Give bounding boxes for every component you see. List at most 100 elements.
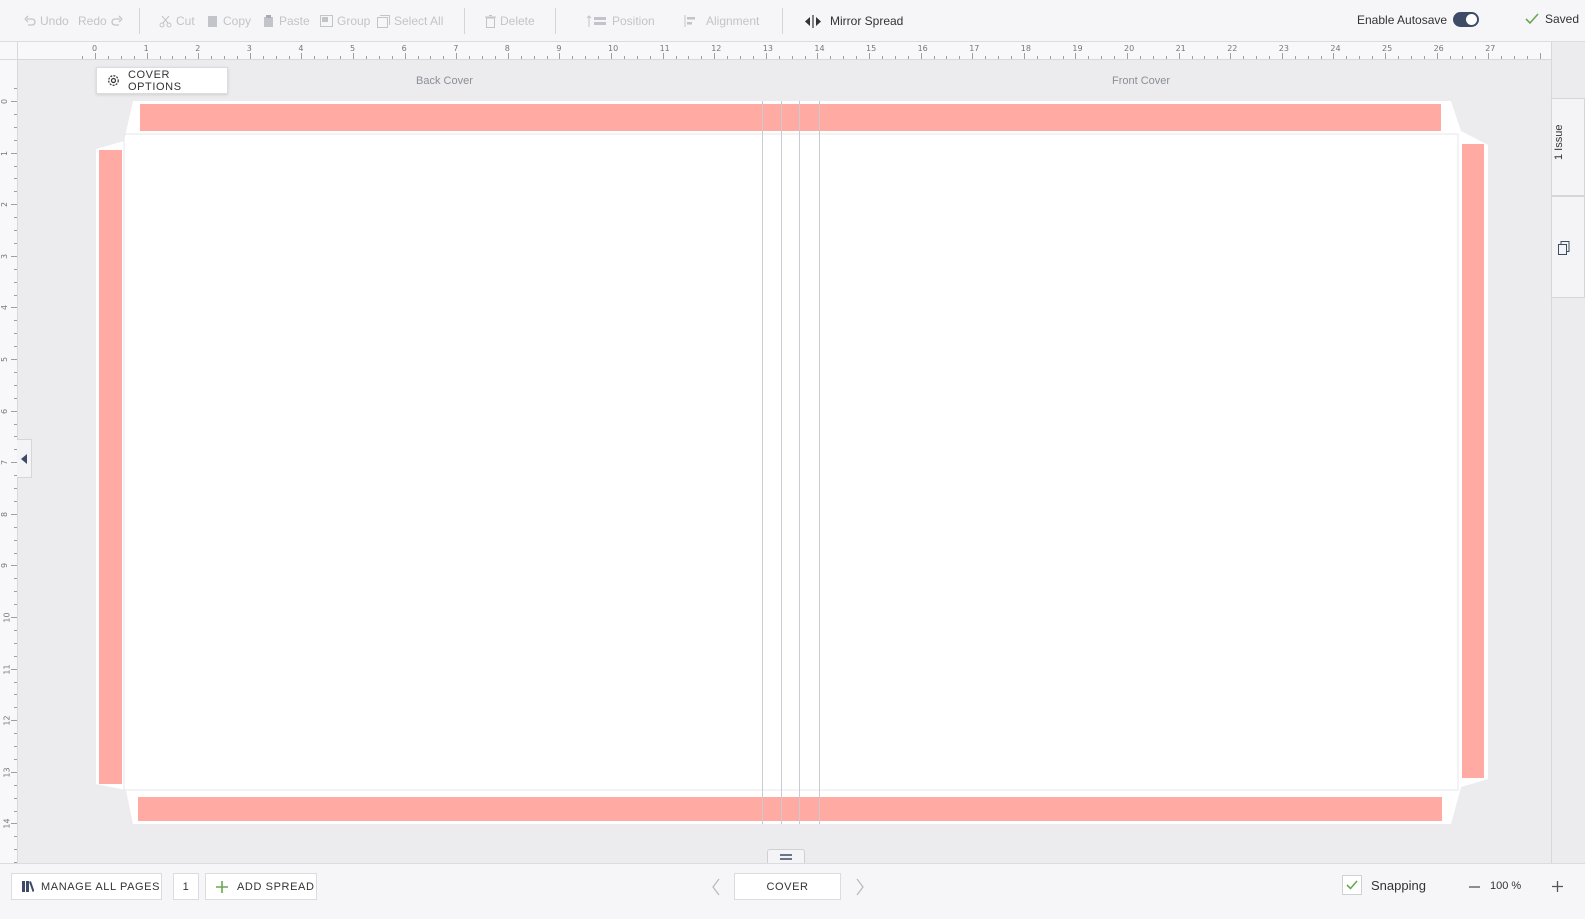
front-cover-label: Front Cover	[1112, 75, 1171, 87]
zoom-in-button[interactable]	[1547, 873, 1567, 900]
delete-label: Delete	[500, 14, 535, 28]
issues-tab-label: 1 Issue	[1553, 124, 1565, 160]
gear-icon	[108, 75, 119, 86]
spine-guide	[819, 101, 820, 824]
ruler-tick	[1307, 56, 1309, 59]
ruler-tick	[572, 56, 574, 59]
page-number-value: 1	[182, 880, 190, 893]
autosave-label: Enable Autosave	[1357, 12, 1448, 27]
ruler-tick	[598, 56, 600, 59]
ruler-tick	[791, 56, 793, 59]
ruler-tick	[133, 56, 135, 59]
toolbar-divider	[782, 8, 783, 34]
ruler-tick	[920, 53, 922, 59]
zoom-out-button[interactable]	[1464, 873, 1484, 900]
manage-all-pages-button[interactable]: MANAGE ALL PAGES	[11, 873, 162, 900]
ruler-tick	[365, 56, 367, 59]
page-number-field[interactable]: 1	[173, 873, 199, 900]
ruler-tick	[11, 359, 17, 360]
ruler-tick	[14, 797, 17, 799]
ruler-tick	[11, 565, 17, 567]
ruler-tick	[14, 655, 17, 657]
ruler-tick	[14, 384, 17, 386]
bottom-panel-handle[interactable]	[767, 849, 805, 863]
ruler-label: 13	[2, 767, 12, 778]
paste-label: Paste	[279, 14, 310, 28]
undo-icon	[24, 15, 36, 26]
ruler-tick	[1359, 56, 1361, 59]
ruler-tick	[1062, 56, 1064, 59]
ruler-tick	[894, 56, 896, 59]
autosave-control: Enable Autosave	[1357, 12, 1480, 27]
ruler-tick	[972, 53, 974, 59]
ruler-tick	[443, 56, 445, 59]
autosave-toggle[interactable]	[1453, 12, 1480, 27]
ruler-tick	[11, 255, 17, 257]
bleed-area-top	[140, 104, 1441, 131]
pages-tab[interactable]	[1551, 196, 1585, 298]
previous-spread-button[interactable]	[704, 873, 728, 900]
ruler-tick	[14, 707, 17, 709]
current-spread-field[interactable]: COVER	[734, 873, 841, 900]
cut-button[interactable]: Cut	[159, 11, 195, 31]
ruler-tick	[417, 56, 419, 59]
vertical-ruler: 0 1 2 3 4 5 6 7 8 9 10 11 12 13 14	[0, 60, 18, 863]
paste-button[interactable]: Paste	[263, 11, 310, 31]
ruler-label: 17	[969, 44, 980, 53]
ruler-label: 10	[608, 44, 619, 53]
ruler-tick	[507, 53, 509, 59]
copy-button[interactable]: Copy	[207, 11, 251, 31]
group-button[interactable]: Group	[320, 11, 370, 31]
ruler-tick	[959, 56, 961, 59]
drag-handle-icon	[780, 853, 792, 860]
current-spread-label: COVER	[766, 880, 809, 893]
ruler-tick	[14, 230, 17, 231]
ruler-tick	[727, 56, 729, 59]
ruler-tick	[353, 53, 354, 59]
ruler-tick	[856, 56, 858, 59]
ruler-label: 12	[711, 44, 722, 53]
ruler-tick	[1256, 56, 1257, 59]
position-label: Position	[612, 14, 655, 28]
ruler-tick	[1539, 53, 1541, 59]
ruler-tick	[340, 56, 342, 59]
ruler-tick	[301, 53, 303, 59]
ruler-tick	[14, 746, 17, 747]
alignment-button[interactable]: Alignment	[684, 11, 759, 31]
ruler-tick	[14, 371, 17, 373]
back-cover-label: Back Cover	[416, 75, 473, 87]
ruler-label: 6	[401, 44, 407, 53]
ruler-label: 24	[1330, 44, 1341, 53]
snapping-checkbox[interactable]	[1342, 875, 1362, 895]
ruler-tick	[14, 758, 17, 760]
delete-button[interactable]: Delete	[485, 11, 535, 31]
ruler-tick	[430, 56, 432, 59]
ruler-tick	[14, 694, 17, 696]
cover-spread[interactable]	[96, 101, 1488, 824]
ruler-label: 27	[1485, 44, 1496, 53]
caret-left-icon	[20, 453, 27, 464]
ruler-label: 15	[866, 44, 877, 53]
next-spread-button[interactable]	[848, 873, 872, 900]
cover-options-button[interactable]: COVER OPTIONS	[96, 67, 228, 94]
left-panel-toggle[interactable]	[17, 439, 32, 478]
add-spread-button[interactable]: ADD SPREAD	[205, 873, 317, 900]
undo-button[interactable]: Undo	[24, 11, 69, 31]
ruler-tick	[1139, 56, 1141, 59]
bleed-area-left	[99, 150, 122, 784]
select-all-button[interactable]: Select All	[377, 11, 443, 31]
ruler-label: 4	[0, 305, 10, 311]
ruler-tick	[14, 578, 17, 580]
position-button[interactable]: Position	[586, 11, 655, 31]
ruler-label: 6	[0, 408, 10, 414]
mirror-spread-button[interactable]: Mirror Spread	[803, 11, 903, 31]
ruler-tick	[198, 53, 200, 59]
ruler-tick	[14, 488, 17, 489]
ruler-tick	[998, 56, 999, 59]
ruler-tick	[82, 56, 84, 59]
snapping-control[interactable]: Snapping	[1342, 875, 1426, 895]
ruler-tick	[11, 668, 17, 670]
select-all-icon	[377, 14, 390, 28]
redo-button[interactable]: Redo	[78, 11, 123, 31]
ruler-label: 8	[0, 511, 10, 517]
